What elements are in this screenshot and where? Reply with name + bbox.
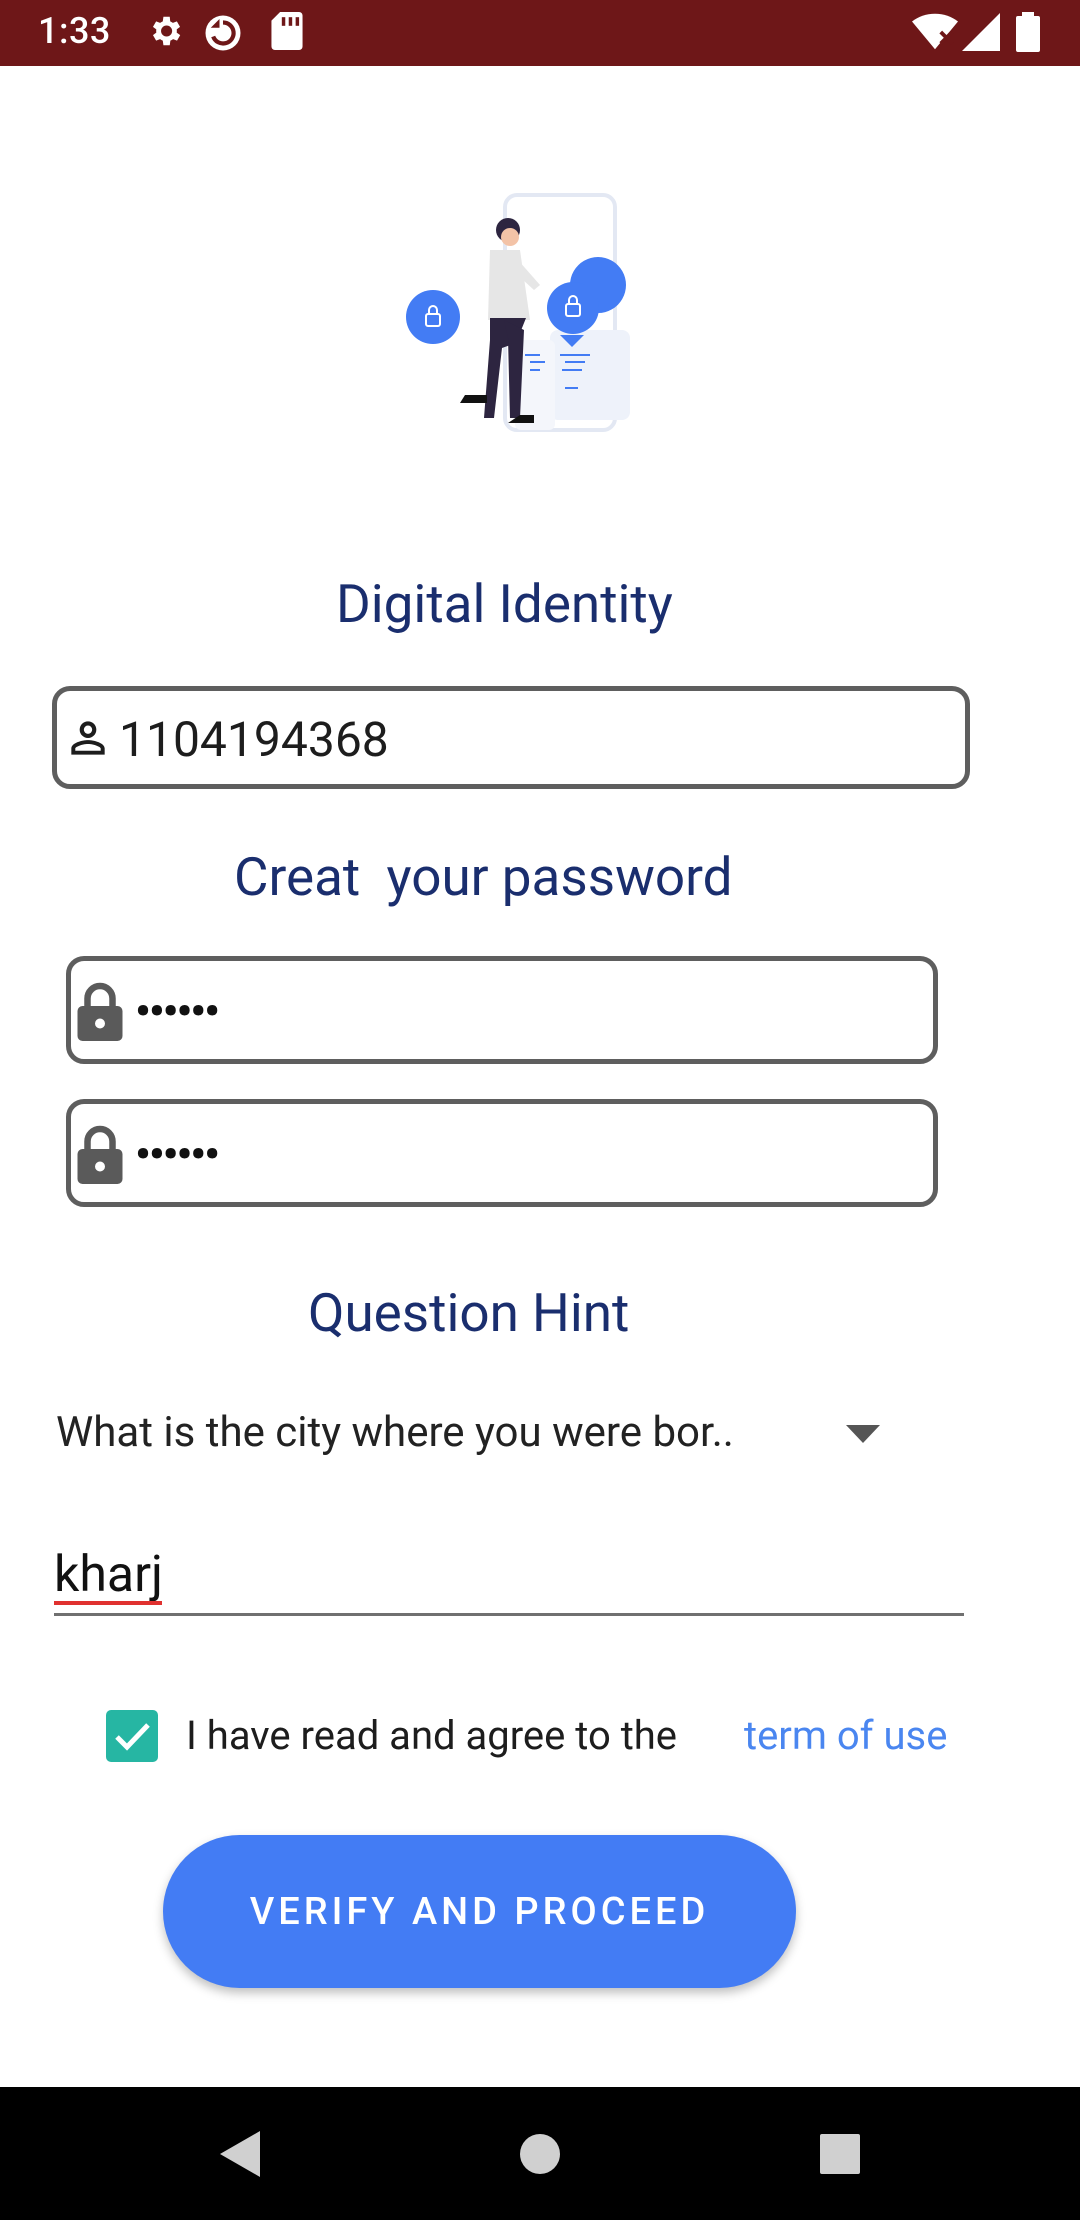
identity-field[interactable]: 1104194368 <box>52 686 970 789</box>
signal-icon <box>962 12 1000 56</box>
lock-icon <box>75 981 125 1045</box>
checkmark-icon <box>115 1723 150 1751</box>
gear-icon <box>146 12 184 54</box>
sync-icon <box>202 12 244 58</box>
lock-icon <box>75 1124 125 1188</box>
terms-label: I have read and agree to the <box>186 1712 678 1759</box>
verify-and-proceed-button[interactable]: VERIFY AND PROCEED <box>163 1835 796 1988</box>
answer-value: kharj <box>54 1546 163 1604</box>
spellcheck-underline <box>54 1601 162 1605</box>
identity-value: 1104194368 <box>119 711 389 768</box>
sd-card-icon <box>270 12 304 54</box>
back-icon[interactable] <box>210 2087 270 2220</box>
question-selected: What is the city where you were bor.. <box>56 1408 734 1457</box>
question-title: Question Hint <box>308 1282 630 1344</box>
status-time: 1:33 <box>38 10 111 52</box>
password-title: Creat your password <box>234 846 733 908</box>
confirm-password-value: •••••• <box>135 1128 220 1180</box>
status-bar: 1:33 <box>0 0 1080 66</box>
security-illustration <box>400 190 640 444</box>
person-icon <box>63 713 113 767</box>
terms-checkbox[interactable] <box>106 1710 158 1762</box>
confirm-password-field[interactable]: •••••• <box>66 1099 938 1207</box>
password-field[interactable]: •••••• <box>66 956 938 1064</box>
password-value: •••••• <box>135 985 220 1037</box>
terms-link[interactable]: term of use <box>744 1712 947 1759</box>
recents-icon[interactable] <box>810 2087 870 2220</box>
home-icon[interactable] <box>510 2087 570 2220</box>
answer-underline <box>54 1613 964 1616</box>
navigation-bar <box>0 2087 1080 2220</box>
wifi-icon <box>912 12 958 56</box>
chevron-down-icon[interactable] <box>846 1425 880 1447</box>
page-title: Digital Identity <box>336 573 673 635</box>
battery-icon <box>1016 12 1040 56</box>
